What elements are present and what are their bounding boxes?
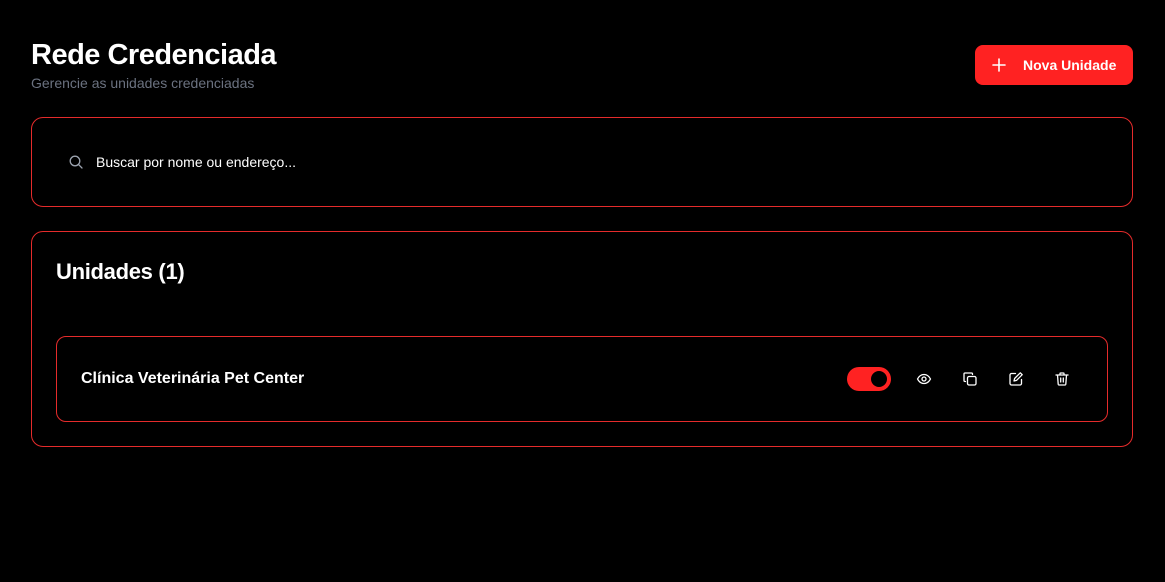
- plus-icon: [991, 57, 1007, 73]
- page-title: Rede Credenciada: [31, 39, 277, 71]
- trash-icon[interactable]: [1053, 370, 1071, 388]
- new-unit-button-label: Nova Unidade: [1023, 57, 1117, 73]
- search-icon: [68, 154, 84, 170]
- edit-icon[interactable]: [1007, 370, 1025, 388]
- search-input[interactable]: [96, 151, 696, 173]
- search-card: [31, 117, 1133, 207]
- copy-icon[interactable]: [961, 370, 979, 388]
- unit-row: Clínica Veterinária Pet Center: [56, 336, 1108, 422]
- page-header: Rede Credenciada Gerencie as unidades cr…: [31, 38, 1133, 94]
- eye-icon[interactable]: [915, 370, 933, 388]
- unit-name: Clínica Veterinária Pet Center: [81, 370, 305, 387]
- unit-active-toggle[interactable]: [847, 367, 891, 391]
- new-unit-button[interactable]: Nova Unidade: [975, 45, 1133, 85]
- units-title: Unidades (1): [56, 259, 185, 284]
- page: Rede Credenciada Gerencie as unidades cr…: [0, 0, 1165, 582]
- units-card: Unidades (1) Clínica Veterinária Pet Cen…: [31, 231, 1133, 447]
- toggle-knob: [871, 371, 887, 387]
- page-subtitle: Gerencie as unidades credenciadas: [31, 75, 255, 91]
